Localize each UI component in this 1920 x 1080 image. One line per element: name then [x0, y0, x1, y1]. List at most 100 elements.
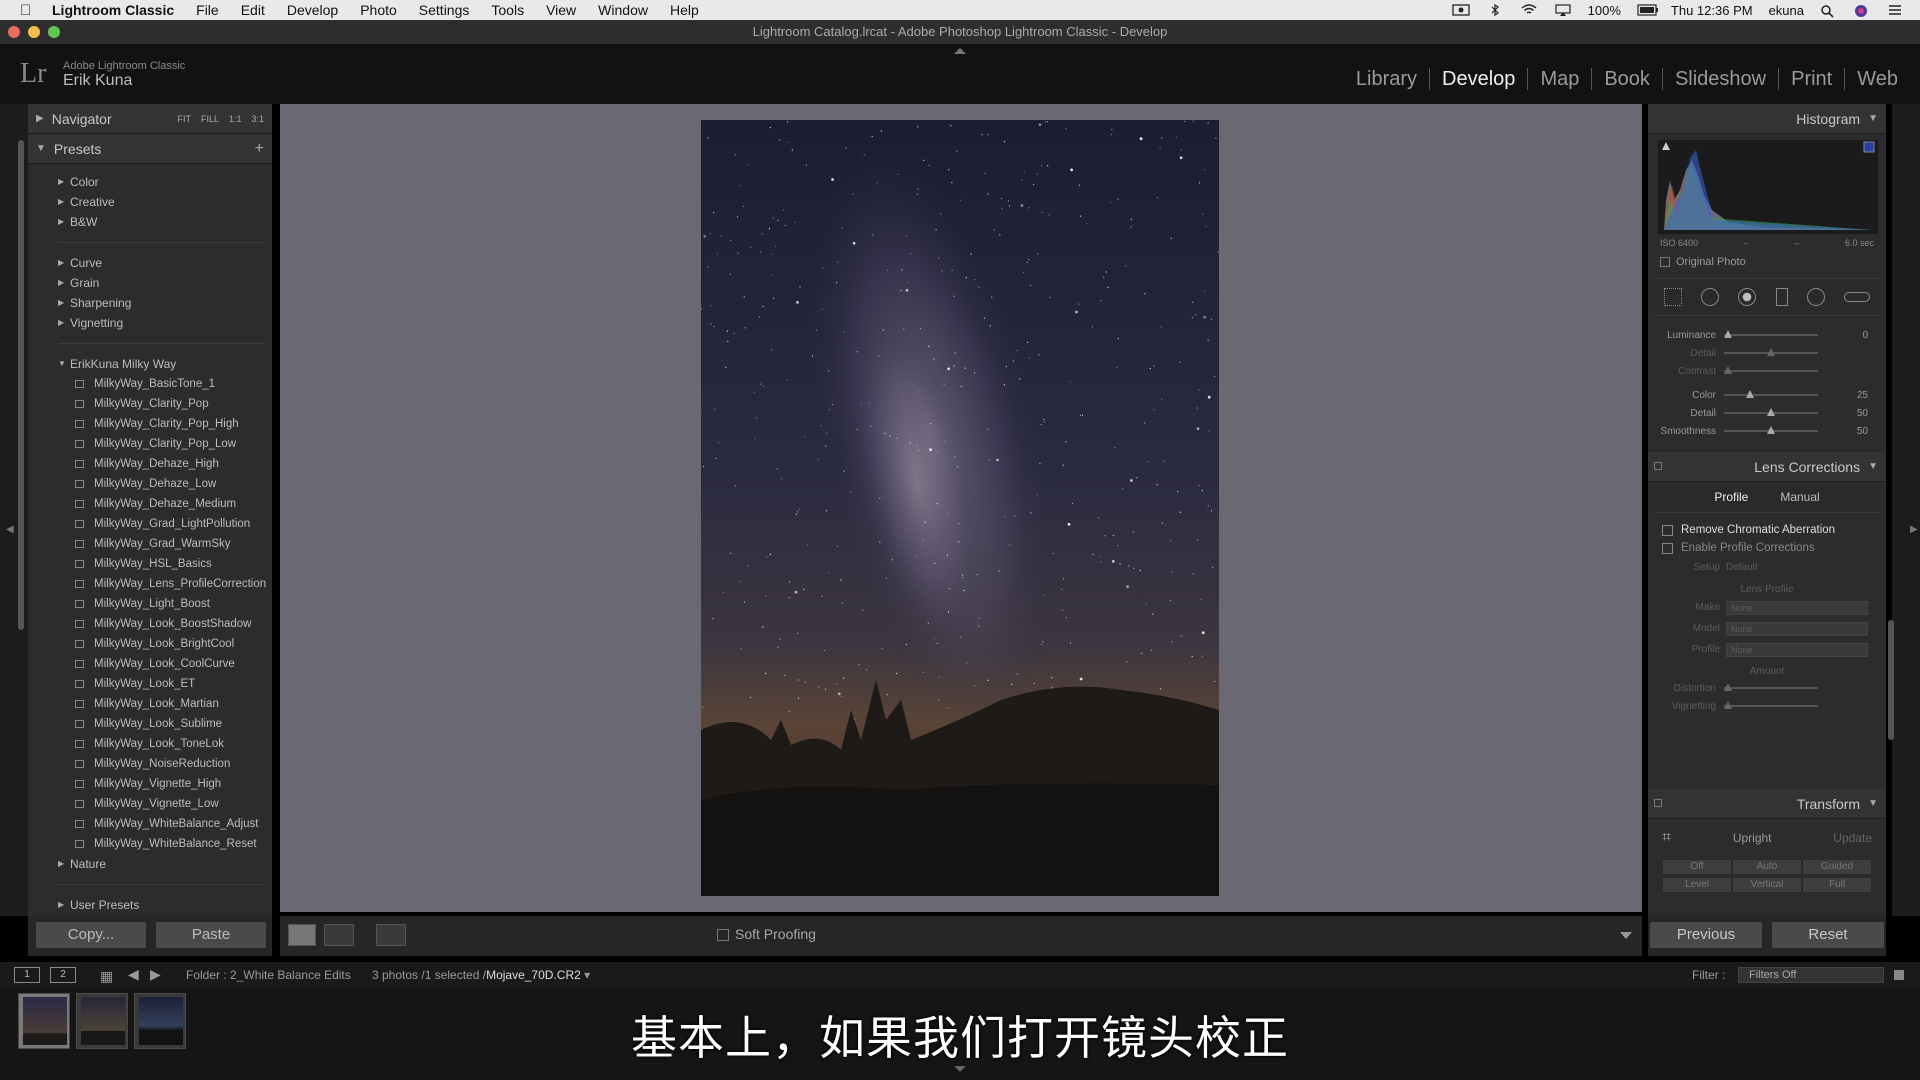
airplay-icon[interactable]: [1554, 4, 1572, 16]
panel-toggle-switch[interactable]: [1654, 799, 1662, 807]
paste-settings-button[interactable]: Paste: [156, 922, 266, 948]
slider-track[interactable]: [1724, 348, 1818, 356]
menu-window[interactable]: Window: [598, 2, 648, 18]
module-book[interactable]: Book: [1591, 68, 1662, 90]
preset-item[interactable]: MilkyWay_Look_Sublime: [28, 714, 272, 734]
preset-group-curve[interactable]: ▶ Curve: [28, 253, 272, 273]
toolbar-content-dropdown-icon[interactable]: [1620, 932, 1632, 939]
navigator-header[interactable]: ▶ Navigator FIT FILL 1:1 3:1: [28, 104, 272, 134]
filter-lock-icon[interactable]: [1894, 970, 1904, 980]
add-preset-icon[interactable]: +: [255, 140, 264, 158]
apple-menu-icon[interactable]: : [20, 2, 38, 19]
clock[interactable]: Thu 12:36 PM: [1671, 3, 1753, 18]
soft-proofing-checkbox[interactable]: [717, 929, 729, 941]
remove-chromatic-aberration-option[interactable]: Remove Chromatic Aberration: [1648, 521, 1886, 539]
minimize-window-button[interactable]: [28, 26, 40, 38]
preset-item[interactable]: MilkyWay_Dehaze_Medium: [28, 494, 272, 514]
preset-item[interactable]: MilkyWay_Clarity_Pop: [28, 394, 272, 414]
distortion-slider[interactable]: [1724, 683, 1818, 691]
wifi-icon[interactable]: [1520, 4, 1538, 16]
red-eye-tool-icon[interactable]: [1738, 288, 1757, 306]
slider-thumb[interactable]: [1724, 330, 1732, 338]
model-select[interactable]: None: [1726, 621, 1868, 636]
menu-develop[interactable]: Develop: [287, 2, 338, 18]
preset-item[interactable]: MilkyWay_Vignette_Low: [28, 794, 272, 814]
zoom-3-1[interactable]: 3:1: [251, 114, 264, 124]
panel-toggle-switch[interactable]: [1654, 462, 1662, 470]
previous-button[interactable]: Previous: [1650, 922, 1762, 948]
back-arrow-icon[interactable]: ◀: [128, 966, 139, 983]
preset-group-nature[interactable]: ▶ Nature: [28, 854, 272, 874]
slider-track[interactable]: [1724, 366, 1818, 374]
module-web[interactable]: Web: [1844, 68, 1910, 90]
preset-item[interactable]: MilkyWay_Look_ET: [28, 674, 272, 694]
preset-group-sharpening[interactable]: ▶ Sharpening: [28, 293, 272, 313]
histogram-header[interactable]: Histogram ▼: [1648, 104, 1886, 134]
upright-vertical-button[interactable]: Vertical: [1732, 877, 1802, 893]
transform-header[interactable]: Transform ▼: [1648, 789, 1886, 819]
before-after-split-button[interactable]: [376, 924, 406, 946]
main-window-button[interactable]: 1: [14, 967, 40, 983]
loupe-view-button[interactable]: [288, 924, 316, 946]
zoom-1-1[interactable]: 1:1: [229, 114, 242, 124]
module-develop[interactable]: Develop: [1429, 68, 1527, 90]
spotlight-search-icon[interactable]: [1820, 4, 1838, 18]
menubar-user[interactable]: ekuna: [1769, 3, 1804, 18]
vignetting-slider[interactable]: [1724, 701, 1818, 709]
slider-thumb[interactable]: [1724, 366, 1732, 374]
right-panel-collapse-icon[interactable]: ▶: [1910, 524, 1918, 535]
menu-help[interactable]: Help: [670, 2, 699, 18]
crop-guided-icon[interactable]: ⌗: [1662, 829, 1671, 847]
secondary-window-button[interactable]: 2: [50, 967, 76, 983]
slider-thumb[interactable]: [1767, 408, 1775, 416]
slider-thumb[interactable]: [1767, 348, 1775, 356]
filter-select[interactable]: Filters Off: [1738, 967, 1884, 983]
left-panel-scrollbar[interactable]: [18, 140, 24, 630]
preset-item[interactable]: MilkyWay_Dehaze_Low: [28, 474, 272, 494]
preset-item[interactable]: MilkyWay_Lens_ProfileCorrection: [28, 574, 272, 594]
adjustment-brush-tool-icon[interactable]: [1844, 292, 1871, 302]
preset-group-color[interactable]: ▶ Color: [28, 172, 272, 192]
preset-item[interactable]: MilkyWay_Dehaze_High: [28, 454, 272, 474]
menu-file[interactable]: File: [196, 2, 219, 18]
preset-item[interactable]: MilkyWay_Light_Boost: [28, 594, 272, 614]
slider-value[interactable]: 0: [1818, 330, 1868, 341]
photo-count[interactable]: 3 photos /1 selected /Mojave_70D.CR2 ▾: [372, 968, 590, 982]
menu-edit[interactable]: Edit: [241, 2, 265, 18]
enable-profile-corrections-option[interactable]: Enable Profile Corrections: [1648, 539, 1886, 557]
vignetting-slider-thumb[interactable]: [1724, 701, 1732, 709]
graduated-filter-tool-icon[interactable]: [1775, 288, 1788, 306]
upright-off-button[interactable]: Off: [1662, 859, 1732, 875]
before-after-view-button[interactable]: [324, 924, 354, 946]
zoom-window-button[interactable]: [48, 26, 60, 38]
bottom-panel-toggle-icon[interactable]: [954, 1066, 966, 1072]
preset-group-user-presets[interactable]: ▶ User Presets: [28, 895, 272, 915]
preset-group-vignetting[interactable]: ▶ Vignetting: [28, 313, 272, 333]
slider-value[interactable]: 50: [1818, 426, 1868, 437]
preset-group-bw[interactable]: ▶ B&W: [28, 212, 272, 232]
setup-select[interactable]: Default: [1726, 562, 1758, 573]
original-photo-toggle[interactable]: Original Photo: [1648, 252, 1886, 272]
tab-profile[interactable]: Profile: [1714, 490, 1748, 504]
preset-item[interactable]: MilkyWay_Look_Martian: [28, 694, 272, 714]
module-print[interactable]: Print: [1778, 68, 1844, 90]
profile-select[interactable]: None: [1726, 642, 1868, 657]
slider-track[interactable]: [1724, 426, 1818, 434]
preset-item[interactable]: MilkyWay_Grad_LightPollution: [28, 514, 272, 534]
make-select[interactable]: None: [1726, 600, 1868, 615]
module-slideshow[interactable]: Slideshow: [1661, 68, 1778, 90]
upright-level-button[interactable]: Level: [1662, 877, 1732, 893]
histogram-graph[interactable]: [1658, 140, 1878, 234]
menu-view[interactable]: View: [546, 2, 576, 18]
left-panel-collapse-icon[interactable]: ◀: [6, 524, 14, 535]
preset-item[interactable]: MilkyWay_HSL_Basics: [28, 554, 272, 574]
lens-corrections-header[interactable]: Lens Corrections ▼: [1648, 452, 1886, 482]
preset-item[interactable]: MilkyWay_WhiteBalance_Adjust: [28, 814, 272, 834]
crop-overlay-tool-icon[interactable]: [1663, 288, 1682, 306]
menu-photo[interactable]: Photo: [360, 2, 397, 18]
presets-header[interactable]: ▼ Presets +: [28, 134, 272, 164]
preset-item[interactable]: MilkyWay_Grad_WarmSky: [28, 534, 272, 554]
slider-track[interactable]: [1724, 408, 1818, 416]
menu-tools[interactable]: Tools: [491, 2, 524, 18]
preset-item[interactable]: MilkyWay_NoiseReduction: [28, 754, 272, 774]
